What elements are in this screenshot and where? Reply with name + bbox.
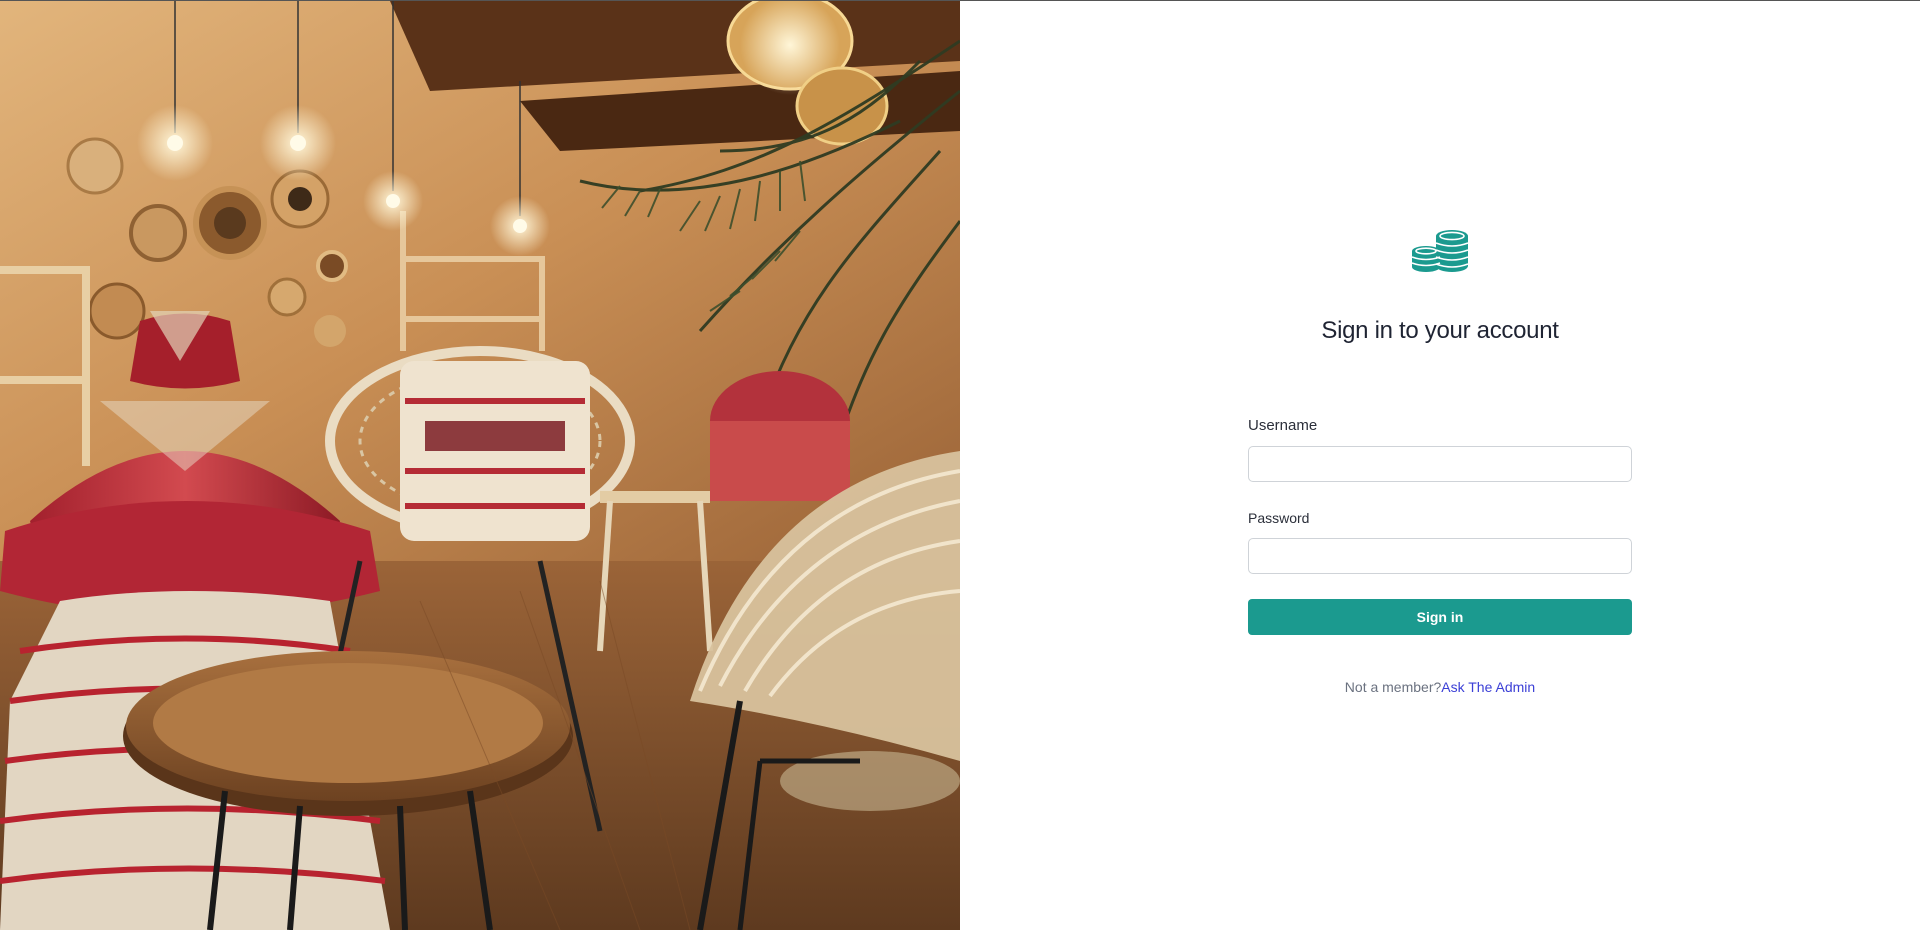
username-label: Username (1248, 417, 1318, 434)
photo-illustration (0, 1, 960, 930)
cafe-interior-photo (0, 1, 960, 930)
password-input[interactable] (1248, 538, 1632, 574)
not-member-text: Not a member? (1344, 679, 1442, 695)
ask-admin-link[interactable]: Ask The Admin (1441, 679, 1535, 695)
username-input[interactable] (1248, 446, 1632, 482)
signup-prompt: Not a member?Ask The Admin (960, 679, 1920, 695)
sign-in-button[interactable]: Sign in (1248, 599, 1632, 635)
page-title: Sign in to your account (1321, 317, 1559, 344)
password-label: Password (1248, 510, 1310, 526)
login-page: Sign in to your account Username Passwor… (0, 0, 1920, 930)
coins-stack-icon (1411, 230, 1469, 272)
login-form-panel: Sign in to your account Username Passwor… (960, 1, 1920, 930)
